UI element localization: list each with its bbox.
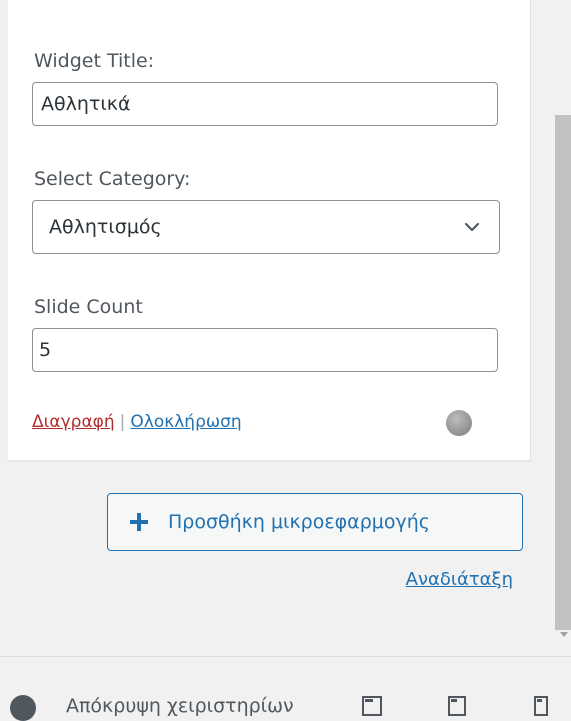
add-widget-label: Προσθήκη μικροεφαρμογής <box>168 511 430 533</box>
category-select-value: Αθλητισμός <box>49 216 162 238</box>
reorder-link[interactable]: Αναδιάταξη <box>406 569 513 590</box>
category-select[interactable]: Αθλητισμός <box>32 200 500 254</box>
collapse-label[interactable]: Απόκρυψη χειριστηρίων <box>66 695 294 717</box>
mobile-preview-icon[interactable] <box>530 695 552 717</box>
select-category-label: Select Category: <box>34 168 191 190</box>
slide-count-label: Slide Count <box>34 296 143 318</box>
add-widget-button[interactable]: Προσθήκη μικροεφαρμογής <box>107 493 523 551</box>
tablet-preview-icon[interactable] <box>446 695 468 717</box>
spinner-icon <box>446 410 472 436</box>
delete-link[interactable]: Διαγραφή <box>32 412 115 432</box>
customizer-footer: Απόκρυψη χειριστηρίων <box>0 657 571 721</box>
desktop-preview-icon[interactable] <box>361 695 383 717</box>
plus-icon <box>128 511 150 533</box>
widget-title-label: Widget Title: <box>34 50 155 72</box>
chevron-down-icon <box>461 216 483 238</box>
scrollbar-thumb[interactable] <box>555 115 571 630</box>
widget-actions: Διαγραφή | Ολοκλήρωση <box>32 412 242 432</box>
slide-count-input[interactable]: 5 <box>32 328 498 372</box>
done-link[interactable]: Ολοκλήρωση <box>130 412 241 432</box>
widget-title-input[interactable]: Αθλητικά <box>32 82 498 126</box>
scroll-down-icon[interactable] <box>560 632 568 637</box>
collapse-icon[interactable] <box>10 695 36 721</box>
actions-separator: | <box>119 412 126 432</box>
scrollbar-track[interactable] <box>555 0 571 660</box>
widget-panel: Widget Title: Αθλητικά Select Category: … <box>8 0 531 461</box>
